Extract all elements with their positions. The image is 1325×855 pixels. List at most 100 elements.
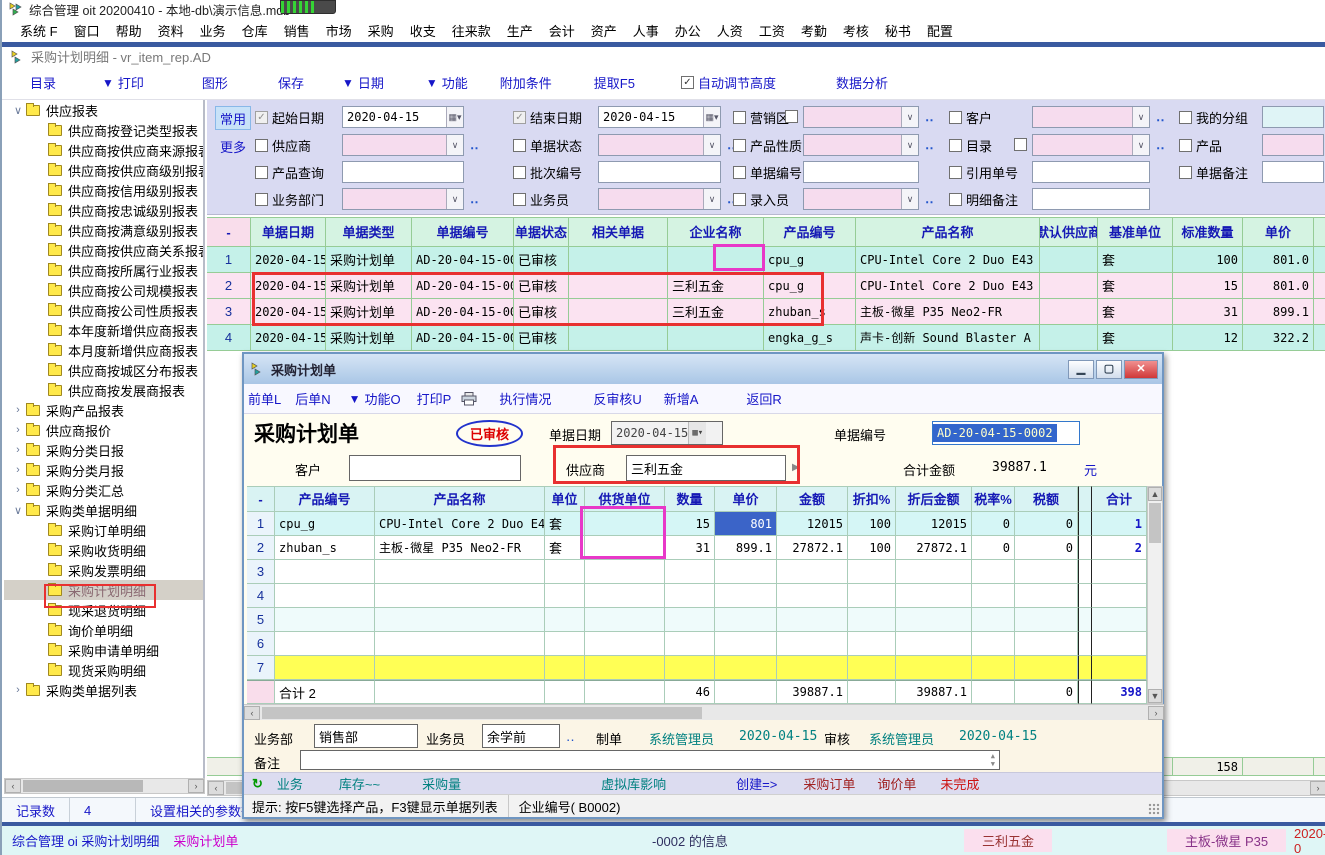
sidebar-item-现采退货明细[interactable]: 现采退货明细 — [4, 600, 203, 620]
sidebar-item-采购分类汇总[interactable]: ›采购分类汇总 — [4, 480, 203, 500]
sidebar-item-本月度新增供应商报表[interactable]: 本月度新增供应商报表 — [4, 340, 203, 360]
action-询价单[interactable]: 询价单 — [877, 774, 916, 793]
sidebar-item-采购分类月报[interactable]: ›采购分类月报 — [4, 460, 203, 480]
column-header-企业名称[interactable]: 企业名称 — [668, 217, 764, 247]
toolbar-data-analysis[interactable]: 数据分析 — [836, 73, 888, 92]
scroll-right-icon[interactable]: › — [1310, 781, 1325, 795]
scroll-down-icon[interactable]: ▼ — [1148, 689, 1162, 703]
checkbox-icon[interactable] — [255, 111, 268, 124]
refresh-icon[interactable]: ↻ — [252, 776, 263, 792]
sidebar-item-供应商按登记类型报表[interactable]: 供应商按登记类型报表 — [4, 120, 203, 140]
tree-expand-icon[interactable]: › — [10, 424, 26, 436]
extra-checkbox[interactable] — [785, 110, 798, 126]
checkbox-icon[interactable] — [1179, 166, 1192, 179]
dialog-toolbar-打印P[interactable]: 打印P — [417, 389, 452, 408]
printer-icon[interactable] — [461, 392, 477, 406]
dept-field[interactable]: 销售部 — [314, 724, 418, 748]
column-header-单据日期[interactable]: 单据日期 — [251, 217, 326, 247]
sidebar-item-供应商按供应商级别报表[interactable]: 供应商按供应商级别报表 — [4, 160, 203, 180]
checkbox-icon[interactable] — [949, 193, 962, 206]
action-未完成[interactable]: 未完成 — [940, 774, 979, 793]
sidebar-item-供应商按信用级别报表[interactable]: 供应商按信用级别报表 — [4, 180, 203, 200]
filter-field-录入员[interactable]: ∨ — [803, 188, 919, 210]
sidebar-item-供应商按城区分布报表[interactable]: 供应商按城区分布报表 — [4, 360, 203, 380]
sidebar-item-供应商报价[interactable]: ›供应商报价 — [4, 420, 203, 440]
filter-field-目录[interactable]: ∨ — [1032, 134, 1150, 156]
column-header-单据状态[interactable]: 单据状态 — [514, 217, 569, 247]
checkbox-icon[interactable] — [255, 193, 268, 206]
filter-field-业务员[interactable]: ∨ — [598, 188, 721, 210]
extra-checkbox[interactable] — [1014, 138, 1027, 154]
menu-item-20[interactable]: 考核 — [835, 19, 877, 42]
checkbox-icon[interactable] — [785, 110, 798, 123]
sidebar-item-供应商按忠诚级别报表[interactable]: 供应商按忠诚级别报表 — [4, 200, 203, 220]
dialog-toolbar-新增A[interactable]: 新增A — [664, 389, 699, 408]
menu-item-7[interactable]: 销售 — [276, 19, 318, 42]
clerk-field[interactable]: 余学前 — [482, 724, 560, 748]
toolbar-目录[interactable]: 目录 — [30, 73, 56, 92]
sidebar-item-询价单明细[interactable]: 询价单明细 — [4, 620, 203, 640]
menu-item-11[interactable]: 往来款 — [444, 19, 499, 42]
dialog-titlebar[interactable]: 采购计划单 ▁ ▢ ✕ — [244, 354, 1162, 384]
column-header-税额[interactable]: 税额 — [1015, 486, 1078, 512]
chevron-down-icon[interactable]: ∨ — [446, 135, 463, 155]
sidebar-item-供应商按所属行业报表[interactable]: 供应商按所属行业报表 — [4, 260, 203, 280]
menu-item-1[interactable]: 系统 F — [12, 19, 66, 42]
action-创建=>[interactable]: 创建=> — [736, 774, 777, 793]
menu-item-13[interactable]: 会计 — [541, 19, 583, 42]
tree-expand-icon[interactable]: › — [10, 684, 26, 696]
scroll-up-icon[interactable]: ▲ — [1148, 487, 1162, 501]
more-dots[interactable]: ‥ — [470, 137, 479, 153]
note-field[interactable]: ▲▼ — [300, 750, 1000, 770]
filter-field-明细备注[interactable] — [1032, 188, 1150, 210]
column-header-单据编号[interactable]: 单据编号 — [412, 217, 514, 247]
tree-collapse-icon[interactable]: ∨ — [10, 104, 26, 117]
column-header-默认供应商[interactable]: 默认供应商 — [1040, 217, 1098, 247]
tab-common[interactable]: 常用 — [215, 106, 251, 130]
column-header-税率%[interactable]: 税率% — [972, 486, 1015, 512]
menu-item-14[interactable]: 资产 — [583, 19, 625, 42]
menu-item-3[interactable]: 帮助 — [108, 19, 150, 42]
column-header-标准数量[interactable]: 标准数量 — [1173, 217, 1243, 247]
checkbox-icon[interactable] — [513, 139, 526, 152]
chevron-down-icon[interactable]: ∨ — [901, 135, 918, 155]
clerk-more-dots[interactable]: ‥ — [566, 729, 575, 745]
sidebar-item-采购类单据明细[interactable]: ∨采购类单据明细 — [4, 500, 203, 520]
column-header--[interactable]: - — [207, 217, 251, 247]
toolbar-打印[interactable]: ▼打印 — [102, 73, 144, 92]
sidebar-item-采购订单明细[interactable]: 采购订单明细 — [4, 520, 203, 540]
calendar-icon[interactable]: ▦▾ — [688, 422, 706, 444]
sidebar-item-采购产品报表[interactable]: ›采购产品报表 — [4, 400, 203, 420]
toolbar-提取F5[interactable]: 提取F5 — [594, 73, 635, 92]
menu-item-22[interactable]: 配置 — [919, 19, 961, 42]
filter-field-结束日期[interactable]: 2020-04-15▦▾ — [598, 106, 721, 128]
column-header-基准单位[interactable]: 基准单位 — [1098, 217, 1173, 247]
menu-item-15[interactable]: 人事 — [625, 19, 667, 42]
spinner-icon[interactable]: ▲▼ — [991, 752, 995, 768]
minimized-widget[interactable] — [280, 0, 336, 14]
sidebar-item-供应商按满意级别报表[interactable]: 供应商按满意级别报表 — [4, 220, 203, 240]
table-row[interactable]: 7 — [247, 656, 1147, 680]
menu-item-10[interactable]: 收支 — [402, 19, 444, 42]
tree-expand-icon[interactable]: › — [10, 404, 26, 416]
checkbox-icon[interactable] — [255, 139, 268, 152]
scroll-right-icon[interactable]: › — [1148, 706, 1164, 720]
tree-expand-icon[interactable]: › — [10, 464, 26, 476]
column-header-单据类型[interactable]: 单据类型 — [326, 217, 412, 247]
action-库存~~[interactable]: 库存~~ — [339, 774, 380, 793]
column-header-产品编号[interactable]: 产品编号 — [275, 486, 375, 512]
column-header-相关单据[interactable]: 相关单据 — [569, 217, 668, 247]
chevron-down-icon[interactable]: ∨ — [703, 189, 720, 209]
taskbar-left-2[interactable]: 采购计划单 — [173, 831, 238, 850]
menu-item-17[interactable]: 人资 — [709, 19, 751, 42]
filter-field-批次编号[interactable] — [598, 161, 721, 183]
filter-field-供应商[interactable]: ∨ — [342, 134, 464, 156]
scrollbar-thumb[interactable] — [1149, 503, 1161, 543]
menu-item-2[interactable]: 窗口 — [66, 19, 108, 42]
close-icon[interactable]: ✕ — [1124, 360, 1158, 379]
column-header-合计[interactable]: 合计 — [1092, 486, 1147, 512]
action-采购量[interactable]: 采购量 — [422, 774, 461, 793]
table-row[interactable]: 3 — [247, 560, 1147, 584]
column-header-数量[interactable]: 数量 — [665, 486, 715, 512]
calendar-icon[interactable]: ▦▾ — [703, 107, 720, 127]
